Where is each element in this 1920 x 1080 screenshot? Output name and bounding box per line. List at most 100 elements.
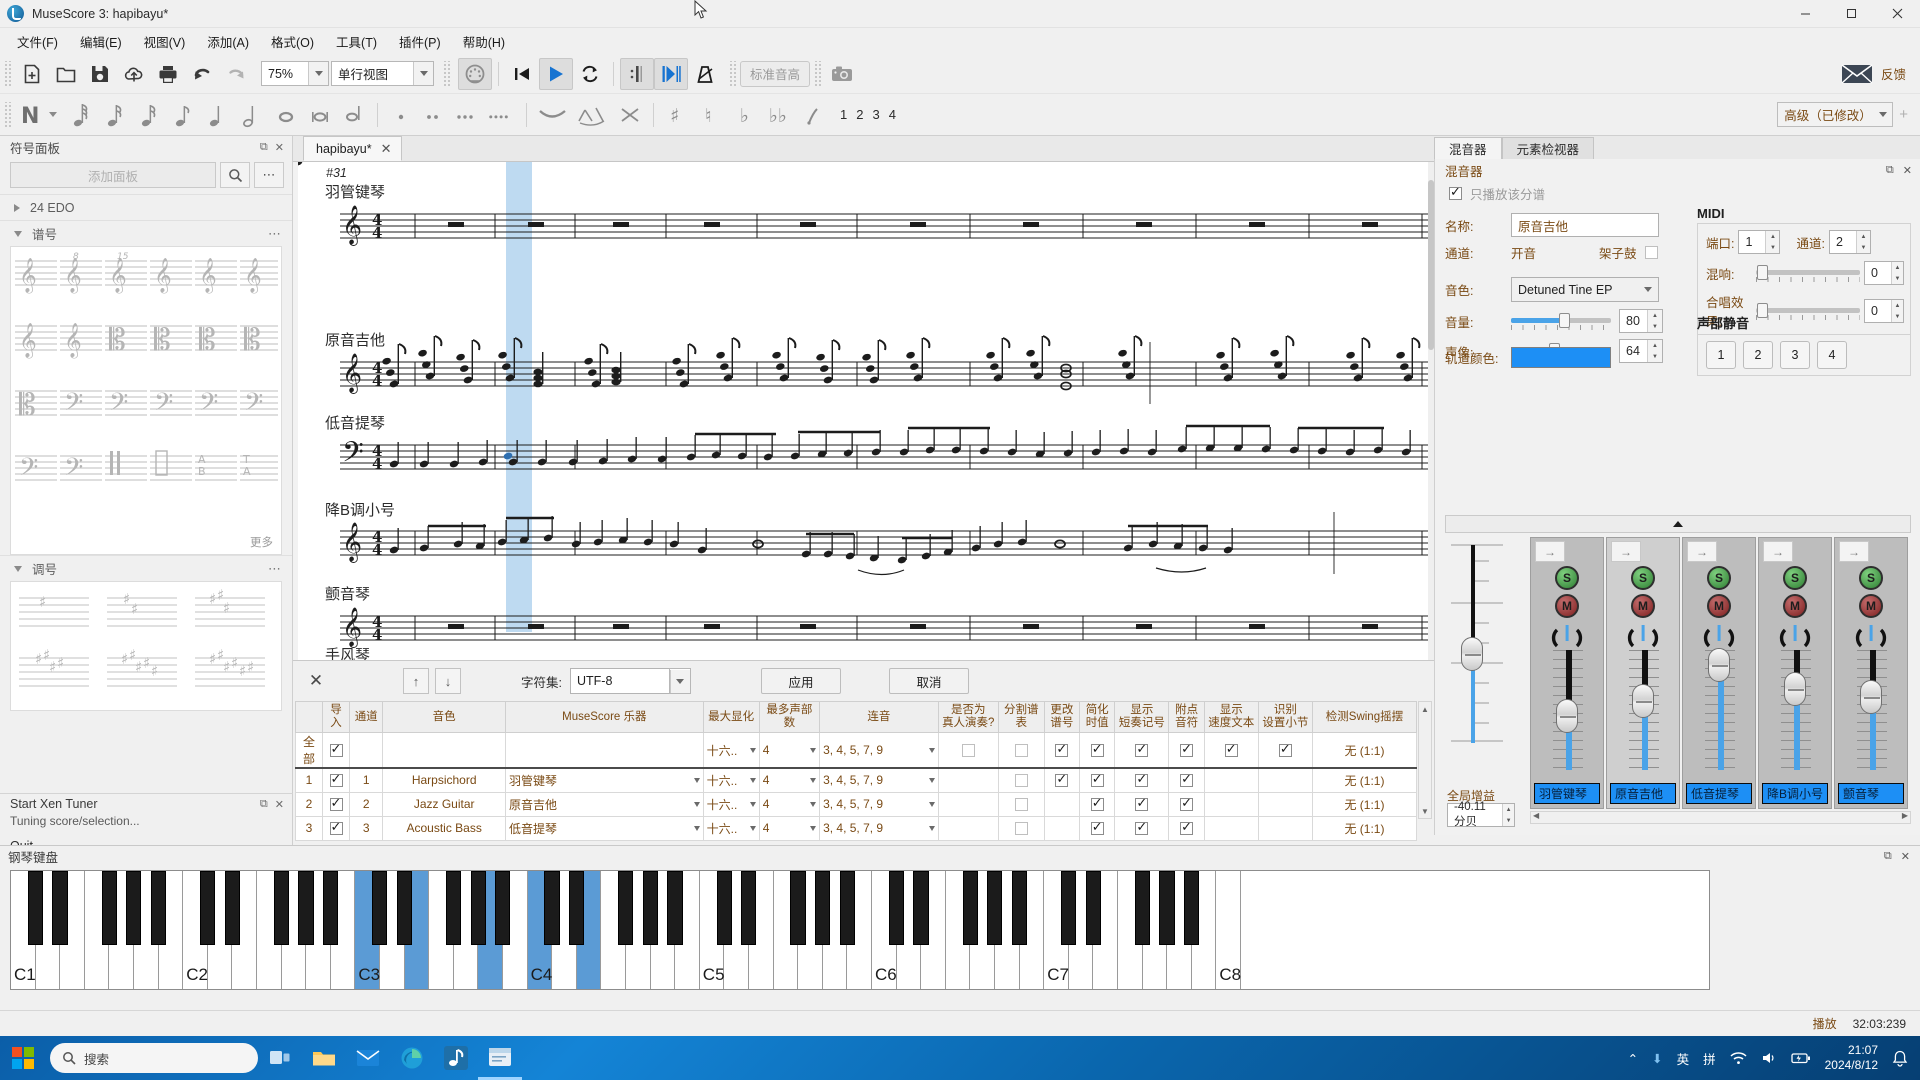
col-recognize-pickup[interactable]: 识别 设置小节: [1257, 701, 1313, 733]
cell-max-voices[interactable]: 4: [758, 767, 821, 793]
row-checkbox[interactable]: [1224, 741, 1238, 758]
mute-button[interactable]: M: [1783, 594, 1807, 618]
close-icon[interactable]: ✕: [275, 798, 284, 811]
expand-strip-icon[interactable]: →: [1687, 541, 1717, 562]
row-checkbox[interactable]: [1278, 741, 1292, 758]
cell-simplify[interactable]: [1079, 791, 1116, 817]
piano-black-key[interactable]: [273, 871, 289, 945]
piano-black-key[interactable]: [790, 871, 806, 945]
reverb-spinbox[interactable]: 0 ▲ ▼: [1864, 261, 1904, 285]
cell-instrument[interactable]: 原音吉他: [505, 791, 704, 817]
close-icon[interactable]: ✕: [275, 141, 284, 154]
ime-lang-indicator[interactable]: 英: [1677, 1049, 1690, 1068]
pan-knob[interactable]: [1626, 624, 1660, 648]
fader-knob[interactable]: [1708, 648, 1730, 683]
table-row[interactable]: 全部 十六..43, 4, 5, 7, 9 无 (1:1): [294, 732, 1418, 769]
cell-max-quantize[interactable]: 十六..: [702, 732, 760, 769]
maximize-icon[interactable]: [1828, 0, 1874, 28]
col-channel[interactable]: 通道: [349, 701, 384, 733]
scroll-up-icon[interactable]: ▲: [1419, 702, 1431, 716]
voice-1-button[interactable]: 1: [840, 107, 847, 122]
row-checkbox[interactable]: [1014, 798, 1028, 812]
piano-black-key[interactable]: [618, 871, 634, 945]
mixer-strip[interactable]: → S M 降B调小号: [1758, 537, 1832, 809]
cell-show-staccato[interactable]: [1114, 791, 1170, 817]
piano-black-key[interactable]: [322, 871, 339, 945]
score-view[interactable]: #31 𝄞 𝄞 𝄢 𝄞 𝄞 4 4 4 4 4 4 4 4 4 4 羽管键琴 原…: [293, 162, 1434, 660]
mute-button[interactable]: M: [1555, 594, 1579, 618]
row-checkbox[interactable]: [1180, 819, 1194, 836]
row-checkbox[interactable]: [1090, 741, 1104, 758]
mute-button[interactable]: M: [1859, 594, 1883, 618]
piano-black-key[interactable]: [888, 871, 904, 945]
cell-dotted[interactable]: [1168, 767, 1205, 793]
concert-pitch-button[interactable]: 标准音高: [740, 60, 811, 87]
cell-recognize-pickup[interactable]: [1257, 732, 1313, 769]
col-change-clef[interactable]: 更改 谱号: [1043, 701, 1081, 733]
mute-button[interactable]: M: [1631, 594, 1655, 618]
table-row[interactable]: 33Acoustic Bass低音提琴十六..43, 4, 5, 7, 9无 (…: [294, 815, 1418, 841]
cell-tuplets[interactable]: 3, 4, 5, 7, 9: [819, 732, 939, 769]
palette-more-label[interactable]: 更多: [250, 534, 273, 550]
col-show-tempo-text[interactable]: 显示 速度文本: [1203, 701, 1259, 733]
search-icon[interactable]: [220, 162, 250, 188]
col-import[interactable]: 导入: [322, 701, 351, 733]
mixer-strips-scrollbar[interactable]: ◀ ▶: [1530, 811, 1911, 824]
piano-black-key[interactable]: [396, 871, 412, 945]
piano-black-key[interactable]: [741, 871, 757, 945]
cell-change-clef[interactable]: [1043, 732, 1081, 769]
drumset-checkbox[interactable]: [1644, 246, 1658, 259]
menu-view[interactable]: 视图(V): [133, 29, 197, 54]
note-8th-icon[interactable]: [167, 99, 201, 131]
tab-mixer[interactable]: 混音器: [1434, 137, 1502, 160]
cell-recognize-pickup[interactable]: [1257, 767, 1313, 793]
voice-4-button[interactable]: 4: [889, 107, 896, 122]
cell-show-tempo-text[interactable]: [1203, 767, 1259, 793]
workspace-combo[interactable]: 高级（已修改）: [1777, 102, 1894, 127]
piano-black-key[interactable]: [445, 871, 462, 945]
cell-show-tempo-text[interactable]: [1203, 791, 1259, 817]
chevron-right-icon[interactable]: [14, 203, 20, 212]
row-checkbox[interactable]: [1014, 822, 1028, 836]
table-vertical-scrollbar[interactable]: ▲ ▼: [1418, 701, 1432, 819]
pan-knob[interactable]: [1778, 624, 1812, 648]
piano-black-key[interactable]: [470, 871, 486, 945]
menu-add[interactable]: 添加(A): [196, 29, 260, 54]
midi-tracks-table[interactable]: 导入 通道 音色 MuseScore 乐器 最大显化 最多声部数 连音 是否为真…: [294, 701, 1418, 841]
palette-section-keysigs[interactable]: 调号 ⋯: [0, 555, 292, 581]
cell-split-staff[interactable]: [997, 815, 1045, 841]
cell-max-voices[interactable]: 4: [758, 791, 821, 817]
undock-icon[interactable]: ⧉: [1884, 850, 1892, 863]
row-checkbox[interactable]: [1180, 741, 1194, 758]
windows-start-icon[interactable]: [0, 1036, 46, 1080]
piano-black-key[interactable]: [372, 871, 388, 945]
fader-knob[interactable]: [1556, 698, 1578, 733]
piano-keyboard[interactable]: C1 C2 C3 C4 C5 C6 C7 C8: [10, 870, 1710, 990]
solo-button[interactable]: S: [1783, 566, 1807, 590]
play-icon[interactable]: [539, 57, 573, 90]
pan-knob[interactable]: [1702, 624, 1736, 648]
file-explorer-icon[interactable]: [302, 1036, 346, 1080]
score-tab[interactable]: hapibayu* ✕: [303, 136, 402, 161]
row-checkbox[interactable]: [1090, 819, 1104, 836]
col-sound[interactable]: 音色: [382, 701, 507, 733]
strip-name-label[interactable]: 降B调小号: [1762, 783, 1828, 804]
row-checkbox[interactable]: [1014, 774, 1028, 788]
play-part-only-checkbox[interactable]: [1449, 184, 1462, 200]
cell-split-staff[interactable]: [997, 732, 1045, 769]
crescendo-icon[interactable]: [613, 99, 647, 131]
natural-icon[interactable]: [796, 99, 830, 131]
scroll-down-icon[interactable]: ▼: [1419, 804, 1431, 818]
cell-dotted[interactable]: [1168, 732, 1205, 769]
onedrive-icon[interactable]: ⬇: [1652, 1051, 1662, 1066]
col-simplify[interactable]: 简化 时值: [1079, 701, 1116, 733]
row-checkbox[interactable]: [1135, 771, 1149, 788]
piano-black-key[interactable]: [27, 871, 43, 945]
fader-knob[interactable]: [1784, 672, 1806, 707]
voice-2-button[interactable]: 2: [856, 107, 863, 122]
cell-max-voices[interactable]: 4: [758, 815, 821, 841]
strip-name-label[interactable]: 羽管键琴: [1534, 783, 1600, 804]
cell-tuplets[interactable]: 3, 4, 5, 7, 9: [819, 815, 939, 841]
menu-tools[interactable]: 工具(T): [325, 29, 388, 54]
palette-section-24edo[interactable]: 24 EDO: [0, 194, 292, 220]
